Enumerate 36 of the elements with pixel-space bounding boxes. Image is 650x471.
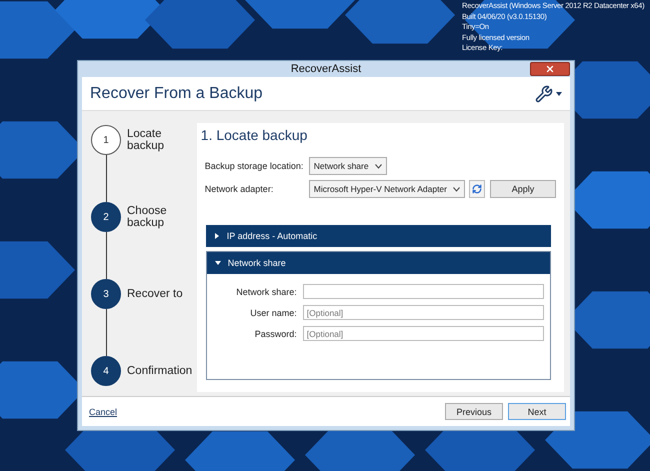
chevron-icon — [453, 186, 460, 192]
window-title: RecoverAssist — [290, 63, 362, 75]
cancel-link[interactable]: Cancel — [89, 406, 118, 416]
page-heading: Recover From a Backup — [90, 84, 263, 102]
section-title: 1. Locate backup — [200, 127, 308, 143]
input-field[interactable] — [302, 284, 544, 299]
step-number: 3 — [91, 279, 121, 309]
tools-menu-button[interactable] — [535, 84, 562, 102]
step-label: Confirmation — [127, 365, 192, 377]
field-label: User name: — [249, 308, 297, 318]
field-label: Backup storage location: — [204, 161, 304, 171]
step-number: 1 — [91, 125, 121, 155]
wrench-icon — [535, 84, 553, 102]
input-field[interactable]: [Optional] — [302, 305, 544, 320]
step-label: Recover to — [127, 288, 183, 300]
dropdown[interactable]: Network share — [308, 157, 387, 175]
input-field[interactable]: [Optional] — [302, 326, 544, 341]
apply-button[interactable]: Apply — [490, 180, 556, 198]
chevron-icon — [374, 164, 382, 168]
nav-button[interactable]: Next — [508, 403, 566, 420]
step-number: 4 — [91, 356, 121, 386]
refresh-icon — [472, 184, 482, 194]
step-label: Choose backup — [127, 205, 168, 229]
close-icon — [545, 64, 555, 74]
close-button[interactable] — [530, 62, 570, 76]
step-label: Locate backup — [127, 128, 166, 152]
dropdown[interactable]: Microsoft Hyper-V Network Adapter — [308, 180, 465, 198]
step-number: 2 — [91, 202, 121, 232]
section-header[interactable]: IP address - Automatic — [206, 225, 551, 247]
section-header[interactable]: Network share — [206, 252, 550, 274]
nav-button[interactable]: Previous — [445, 403, 503, 420]
field-label: Password: — [254, 328, 297, 338]
field-label: Network share: — [235, 286, 297, 296]
refresh-button[interactable] — [469, 180, 485, 198]
field-label: Network adapter: — [204, 184, 274, 194]
caret-icon — [556, 92, 562, 96]
